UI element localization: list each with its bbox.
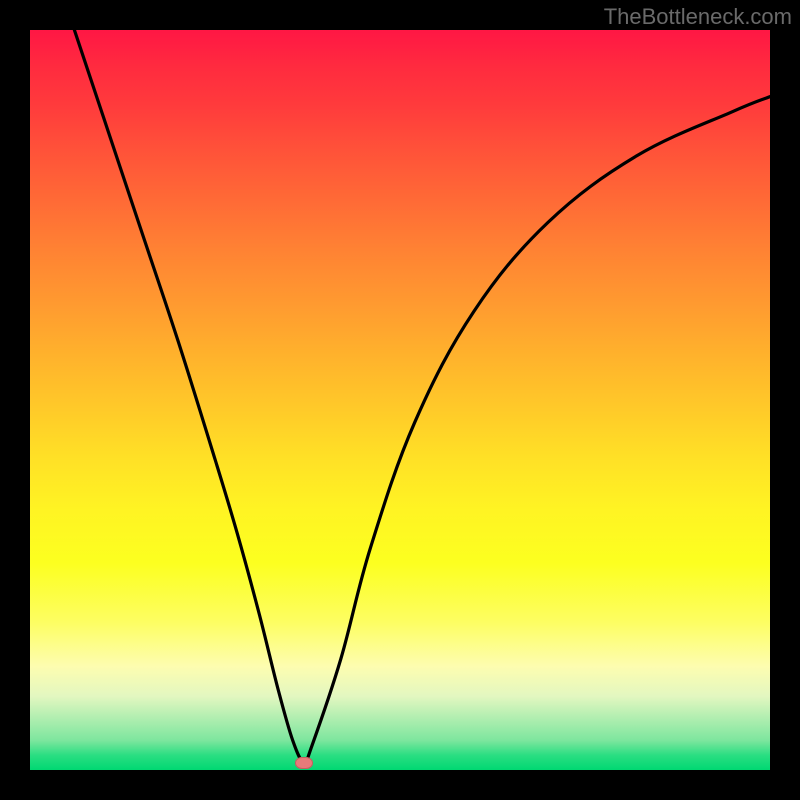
bottleneck-curve: [30, 30, 770, 770]
chart-container: TheBottleneck.com: [0, 0, 800, 800]
watermark-text: TheBottleneck.com: [604, 4, 792, 30]
plot-area: [30, 30, 770, 770]
optimum-marker: [295, 757, 313, 769]
curve-path: [74, 30, 770, 764]
